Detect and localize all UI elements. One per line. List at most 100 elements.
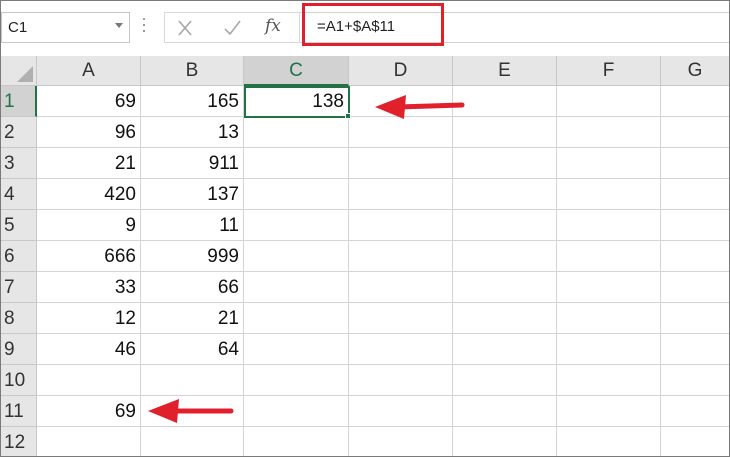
column-header-e[interactable]: E: [453, 56, 557, 86]
cell-e6[interactable]: [453, 241, 557, 272]
cell-a3[interactable]: 21: [37, 148, 141, 179]
cell-a2[interactable]: 96: [37, 117, 141, 148]
column-header-b[interactable]: B: [141, 56, 244, 86]
cell-b9[interactable]: 64: [141, 334, 244, 365]
cell-a7[interactable]: 33: [37, 272, 141, 303]
fill-handle[interactable]: [345, 113, 351, 119]
cell-d11[interactable]: [349, 396, 453, 427]
row-header-12[interactable]: 12: [0, 427, 37, 457]
cell-f7[interactable]: [557, 272, 661, 303]
row-header-4[interactable]: 4: [0, 179, 37, 210]
cell-b4[interactable]: 137: [141, 179, 244, 210]
cell-g5[interactable]: [661, 210, 730, 241]
cell-e11[interactable]: [453, 396, 557, 427]
cell-f12[interactable]: [557, 427, 661, 457]
cell-c2[interactable]: [244, 117, 349, 148]
cell-c4[interactable]: [244, 179, 349, 210]
cell-b10[interactable]: [141, 365, 244, 396]
close-icon[interactable]: [170, 16, 200, 40]
cell-c5[interactable]: [244, 210, 349, 241]
cell-d9[interactable]: [349, 334, 453, 365]
cell-f10[interactable]: [557, 365, 661, 396]
cell-b1[interactable]: 165: [141, 86, 244, 117]
cell-c7[interactable]: [244, 272, 349, 303]
cell-e8[interactable]: [453, 303, 557, 334]
cell-g10[interactable]: [661, 365, 730, 396]
cell-e4[interactable]: [453, 179, 557, 210]
cell-a8[interactable]: 12: [37, 303, 141, 334]
cell-g7[interactable]: [661, 272, 730, 303]
cell-f5[interactable]: [557, 210, 661, 241]
cell-f3[interactable]: [557, 148, 661, 179]
cell-a5[interactable]: 9: [37, 210, 141, 241]
cell-b2[interactable]: 13: [141, 117, 244, 148]
drag-handle-icon[interactable]: [143, 18, 146, 38]
row-header-7[interactable]: 7: [0, 272, 37, 303]
cell-b12[interactable]: [141, 427, 244, 457]
cell-a11[interactable]: 69: [37, 396, 141, 427]
cell-c8[interactable]: [244, 303, 349, 334]
cell-f4[interactable]: [557, 179, 661, 210]
chevron-down-icon[interactable]: [115, 23, 123, 28]
cell-f1[interactable]: [557, 86, 661, 117]
cell-d7[interactable]: [349, 272, 453, 303]
cell-e5[interactable]: [453, 210, 557, 241]
cell-c6[interactable]: [244, 241, 349, 272]
cell-f2[interactable]: [557, 117, 661, 148]
cell-b3[interactable]: 911: [141, 148, 244, 179]
cell-c3[interactable]: [244, 148, 349, 179]
row-header-2[interactable]: 2: [0, 117, 37, 148]
row-header-11[interactable]: 11: [0, 396, 37, 427]
row-header-6[interactable]: 6: [0, 241, 37, 272]
cell-b8[interactable]: 21: [141, 303, 244, 334]
cell-f6[interactable]: [557, 241, 661, 272]
cell-a4[interactable]: 420: [37, 179, 141, 210]
row-header-9[interactable]: 9: [0, 334, 37, 365]
cell-g12[interactable]: [661, 427, 730, 457]
cell-b7[interactable]: 66: [141, 272, 244, 303]
cell-a12[interactable]: [37, 427, 141, 457]
cell-d4[interactable]: [349, 179, 453, 210]
cell-g8[interactable]: [661, 303, 730, 334]
row-header-3[interactable]: 3: [0, 148, 37, 179]
cell-d3[interactable]: [349, 148, 453, 179]
column-header-g[interactable]: G: [661, 56, 730, 86]
cell-b6[interactable]: 999: [141, 241, 244, 272]
cell-g11[interactable]: [661, 396, 730, 427]
cell-e7[interactable]: [453, 272, 557, 303]
row-header-8[interactable]: 8: [0, 303, 37, 334]
cell-d8[interactable]: [349, 303, 453, 334]
cell-e9[interactable]: [453, 334, 557, 365]
check-icon[interactable]: [217, 16, 247, 40]
row-header-10[interactable]: 10: [0, 365, 37, 396]
cell-c11[interactable]: [244, 396, 349, 427]
cell-d12[interactable]: [349, 427, 453, 457]
cell-b5[interactable]: 11: [141, 210, 244, 241]
cell-f11[interactable]: [557, 396, 661, 427]
cell-a10[interactable]: [37, 365, 141, 396]
select-all-button[interactable]: [0, 56, 37, 86]
column-header-d[interactable]: D: [349, 56, 453, 86]
cell-c12[interactable]: [244, 427, 349, 457]
cell-d5[interactable]: [349, 210, 453, 241]
column-header-c[interactable]: C: [244, 56, 349, 86]
cell-g6[interactable]: [661, 241, 730, 272]
cell-f8[interactable]: [557, 303, 661, 334]
cell-e10[interactable]: [453, 365, 557, 396]
cell-c10[interactable]: [244, 365, 349, 396]
cell-d6[interactable]: [349, 241, 453, 272]
cell-d10[interactable]: [349, 365, 453, 396]
cell-g1[interactable]: [661, 86, 730, 117]
cell-e12[interactable]: [453, 427, 557, 457]
cell-g4[interactable]: [661, 179, 730, 210]
cell-g9[interactable]: [661, 334, 730, 365]
row-header-1[interactable]: 1: [0, 86, 37, 117]
cell-f9[interactable]: [557, 334, 661, 365]
cell-c9[interactable]: [244, 334, 349, 365]
cell-a6[interactable]: 666: [37, 241, 141, 272]
cell-g3[interactable]: [661, 148, 730, 179]
column-header-f[interactable]: F: [557, 56, 661, 86]
row-header-5[interactable]: 5: [0, 210, 37, 241]
cell-a9[interactable]: 46: [37, 334, 141, 365]
cell-g2[interactable]: [661, 117, 730, 148]
